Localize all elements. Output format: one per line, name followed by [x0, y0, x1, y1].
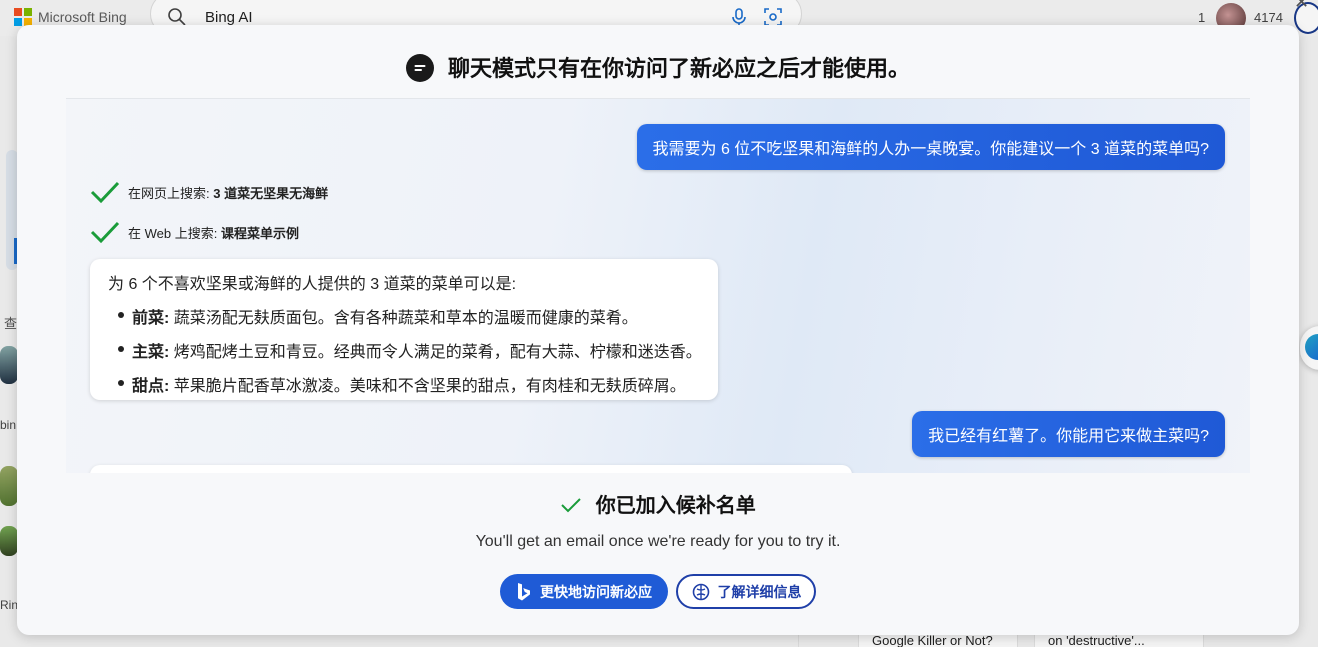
email-note: You'll get an email once we're ready for… — [475, 533, 841, 550]
menu-list: 前菜: 蔬菜汤配无麸质面包。含有各种蔬菜和草本的温暖而健康的菜肴。 主菜: 烤鸡… — [118, 304, 702, 396]
dialog-title-text: 聊天模式只有在你访问了新必应之后才能使用。 — [448, 56, 911, 81]
list-item: 主菜: 烤鸡配烤土豆和青豆。经典而令人满足的菜肴，配有大蒜、柠檬和迷迭香。 — [118, 338, 702, 362]
item-text: 苹果脆片配香草冰激凌。美味和不含坚果的甜点，有肉桂和无麸质碎屑。 — [169, 378, 686, 395]
search-step-label: 在 Web 上搜索: — [128, 225, 218, 241]
bing-icon — [518, 582, 530, 600]
item-label: 主菜: — [132, 344, 170, 361]
chat-preview: 我需要为 6 位不吃坚果和海鲜的人办一桌晚宴。你能建议一个 3 道菜的菜单吗? … — [66, 98, 1250, 473]
check-icon — [90, 221, 120, 244]
faster-access-label: 更快地访问新必应 — [540, 583, 652, 600]
chat-icon — [405, 54, 434, 83]
search-step: 在 Web 上搜索: 课程菜单示例 — [90, 220, 299, 244]
search-step: 在网页上搜索: 3 道菜无坚果无海鲜 — [90, 180, 328, 204]
check-icon — [561, 498, 581, 513]
waitlist-text: 你已加入候补名单 — [595, 495, 756, 517]
list-item: 甜点: 苹果脆片配香草冰激凌。美味和不含坚果的甜点，有肉桂和无麸质碎屑。 — [118, 372, 700, 396]
faster-access-button[interactable]: 更快地访问新必应 — [500, 574, 668, 609]
bot-response: 为 6 个不喜欢坚果或海鲜的人提供的 3 道菜的菜单可以是: 前菜: 蔬菜汤配无… — [90, 259, 718, 400]
item-label: 前菜: — [132, 310, 170, 327]
waitlist-dialog: 聊天模式只有在你访问了新必应之后才能使用。 我需要为 6 位不吃坚果和海鲜的人办… — [17, 25, 1299, 635]
search-step-query: 3 道菜无坚果无海鲜 — [213, 185, 329, 201]
waitlist-heading: 你已加入候补名单 — [17, 489, 1299, 518]
bot-intro: 为 6 个不喜欢坚果或海鲜的人提供的 3 道菜的菜单可以是: — [108, 276, 517, 293]
learn-more-label: 了解详细信息 — [717, 583, 802, 600]
learn-more-button[interactable]: 了解详细信息 — [676, 574, 816, 609]
user-message: 我需要为 6 位不吃坚果和海鲜的人办一桌晚宴。你能建议一个 3 道菜的菜单吗? — [636, 124, 1225, 170]
bot-response — [90, 465, 852, 473]
item-label: 甜点: — [132, 378, 170, 395]
item-text: 烤鸡配烤土豆和青豆。经典而令人满足的菜肴，配有大蒜、柠檬和迷迭香。 — [169, 344, 702, 361]
item-text: 蔬菜汤配无麸质面包。含有各种蔬菜和草本的温暖而健康的菜肴。 — [169, 310, 638, 327]
brain-icon — [692, 583, 709, 600]
dialog-title: 聊天模式只有在你访问了新必应之后才能使用。 — [17, 51, 1299, 84]
search-step-query: 课程菜单示例 — [220, 225, 299, 241]
search-step-label: 在网页上搜索: — [128, 185, 210, 201]
user-message: 我已经有红薯了。你能用它来做主菜吗? — [912, 411, 1225, 457]
list-item: 前菜: 蔬菜汤配无麸质面包。含有各种蔬菜和草本的温暖而健康的菜肴。 — [118, 304, 700, 328]
check-icon — [90, 181, 120, 204]
